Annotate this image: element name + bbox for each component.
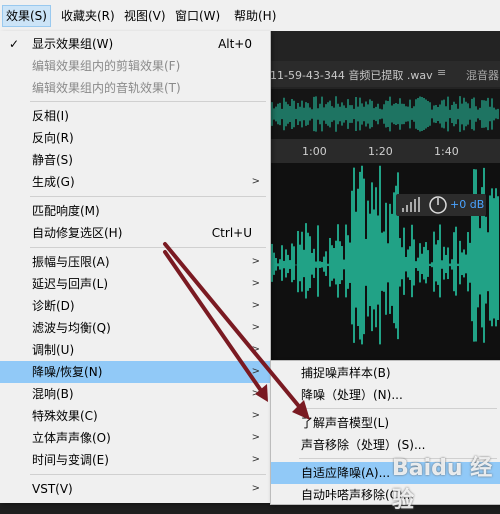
menu-item-vst[interactable]: VST(V) > (0, 478, 270, 500)
ruler-tick: 1:40 (434, 145, 459, 158)
menu-item-time-pitch[interactable]: 时间与变调(E) > (0, 449, 270, 471)
chevron-right-icon: > (251, 454, 260, 465)
submenu-item-label: 降噪（处理）(N)... (301, 388, 403, 402)
menu-item-label: 反向(R) (32, 131, 74, 145)
editor-tab-bar: 11-59-43-344 音频已提取 .wav ≡ 混音器 (270, 61, 500, 87)
menu-separator (299, 408, 497, 409)
menu-item-label: 显示效果组(W) (32, 37, 114, 51)
menu-item-label: 延迟与回声(L) (32, 277, 109, 291)
menu-item-label: 振幅与压限(A) (32, 255, 110, 269)
menu-item-invert[interactable]: 反相(I) (0, 105, 270, 127)
menu-item-label: 匹配响度(M) (32, 204, 100, 218)
shortcut-label: Ctrl+U (211, 226, 252, 240)
menu-separator (30, 101, 266, 102)
ruler-tick: 1:20 (368, 145, 393, 158)
chevron-right-icon: > (251, 366, 260, 377)
chevron-right-icon: > (251, 300, 260, 311)
submenu-item-label: 捕捉噪声样本(B) (301, 366, 391, 380)
waveform-overview[interactable] (269, 89, 500, 139)
volume-hud: +0 dB (396, 194, 486, 216)
menu-item-auto-heal[interactable]: 自动修复选区(H) Ctrl+U (0, 222, 270, 244)
watermark-logo: Baidu 经验 (392, 456, 493, 513)
menu-help[interactable]: 帮助(H) (230, 6, 280, 26)
chevron-right-icon: > (251, 432, 260, 443)
menu-item-label: 立体声声像(O) (32, 431, 111, 445)
menu-item-label: 静音(S) (32, 153, 73, 167)
timeline-ruler[interactable]: 1:00 1:20 1:40 (270, 139, 500, 164)
menu-item-stereo-imagery[interactable]: 立体声声像(O) > (0, 427, 270, 449)
check-icon: ✓ (9, 37, 20, 51)
menu-item-label: 反相(I) (32, 109, 69, 123)
effects-menu: ✓ 显示效果组(W) Alt+0 编辑效果组内的剪辑效果(F) 编辑效果组内的音… (0, 31, 271, 503)
chevron-right-icon: > (251, 344, 260, 355)
menu-item-label: 诊断(D) (32, 299, 75, 313)
chevron-right-icon: > (251, 278, 260, 289)
menu-separator (30, 474, 266, 475)
menu-item-label: 编辑效果组内的剪辑效果(F) (32, 59, 181, 73)
menu-item-silence[interactable]: 静音(S) (0, 149, 270, 171)
menu-effects[interactable]: 效果(S) (2, 5, 51, 27)
chevron-right-icon: > (251, 256, 260, 267)
menu-separator (30, 247, 266, 248)
menu-item-label: 编辑效果组内的音轨效果(T) (32, 81, 181, 95)
menu-bar: 效果(S) 收藏夹(R) 视图(V) 窗口(W) 帮助(H) (0, 0, 500, 32)
chevron-right-icon: > (251, 176, 260, 187)
menu-item-label: 降噪/恢复(N) (32, 365, 103, 379)
menu-item-label: 滤波与均衡(Q) (32, 321, 111, 335)
chevron-right-icon: > (251, 322, 260, 333)
tab-menu-icon[interactable]: ≡ (437, 66, 446, 79)
menu-item-diagnostics[interactable]: 诊断(D) > (0, 295, 270, 317)
menu-item-match-loudness[interactable]: 匹配响度(M) (0, 200, 270, 222)
submenu-item-label: 自适应降噪(A)... (301, 466, 391, 480)
menu-item-label: 时间与变调(E) (32, 453, 109, 467)
chevron-right-icon: > (251, 410, 260, 421)
menu-window[interactable]: 窗口(W) (171, 6, 224, 26)
menu-item-label: 调制(U) (32, 343, 75, 357)
menu-item-label: 特殊效果(C) (32, 409, 98, 423)
menu-item-special[interactable]: 特殊效果(C) > (0, 405, 270, 427)
menu-item-noise-reduction[interactable]: 降噪/恢复(N) > (0, 361, 270, 383)
menu-item-generate[interactable]: 生成(G) > (0, 171, 270, 193)
level-readout: +0 dB (450, 198, 485, 211)
knob-icon[interactable] (428, 195, 448, 215)
mixer-tab[interactable]: 混音器 (466, 67, 499, 83)
menu-item-amplitude[interactable]: 振幅与压限(A) > (0, 251, 270, 273)
menu-item-modulation[interactable]: 调制(U) > (0, 339, 270, 361)
shortcut-label: Alt+0 (218, 37, 252, 51)
submenu-item-noise-reduction-process[interactable]: 降噪（处理）(N)... (271, 384, 500, 406)
menu-item-label: 生成(G) (32, 175, 75, 189)
chevron-right-icon: > (251, 483, 260, 494)
submenu-item-learn-sound-model[interactable]: 了解声音模型(L) (271, 412, 500, 434)
ruler-tick: 1:00 (302, 145, 327, 158)
submenu-item-capture-noise-print[interactable]: 捕捉噪声样本(B) (271, 362, 500, 384)
menu-separator (30, 196, 266, 197)
menu-view[interactable]: 视图(V) (120, 6, 170, 26)
submenu-item-label: 了解声音模型(L) (301, 416, 390, 430)
menu-item-reverse[interactable]: 反向(R) (0, 127, 270, 149)
level-meter-icon (402, 197, 420, 212)
menu-item-show-effects-rack[interactable]: ✓ 显示效果组(W) Alt+0 (0, 33, 270, 55)
menu-item-edit-track-effects: 编辑效果组内的音轨效果(T) (0, 77, 270, 99)
menu-item-delay-echo[interactable]: 延迟与回声(L) > (0, 273, 270, 295)
menu-item-label: 混响(B) (32, 387, 74, 401)
menu-item-label: VST(V) (32, 482, 73, 496)
menu-item-edit-clip-effects: 编辑效果组内的剪辑效果(F) (0, 55, 270, 77)
menu-item-label: 自动修复选区(H) (32, 226, 123, 240)
menu-item-reverb[interactable]: 混响(B) > (0, 383, 270, 405)
file-tab[interactable]: 11-59-43-344 音频已提取 .wav (270, 67, 433, 83)
menu-favorites[interactable]: 收藏夹(R) (57, 6, 119, 26)
menu-item-filter-eq[interactable]: 滤波与均衡(Q) > (0, 317, 270, 339)
chevron-right-icon: > (251, 388, 260, 399)
